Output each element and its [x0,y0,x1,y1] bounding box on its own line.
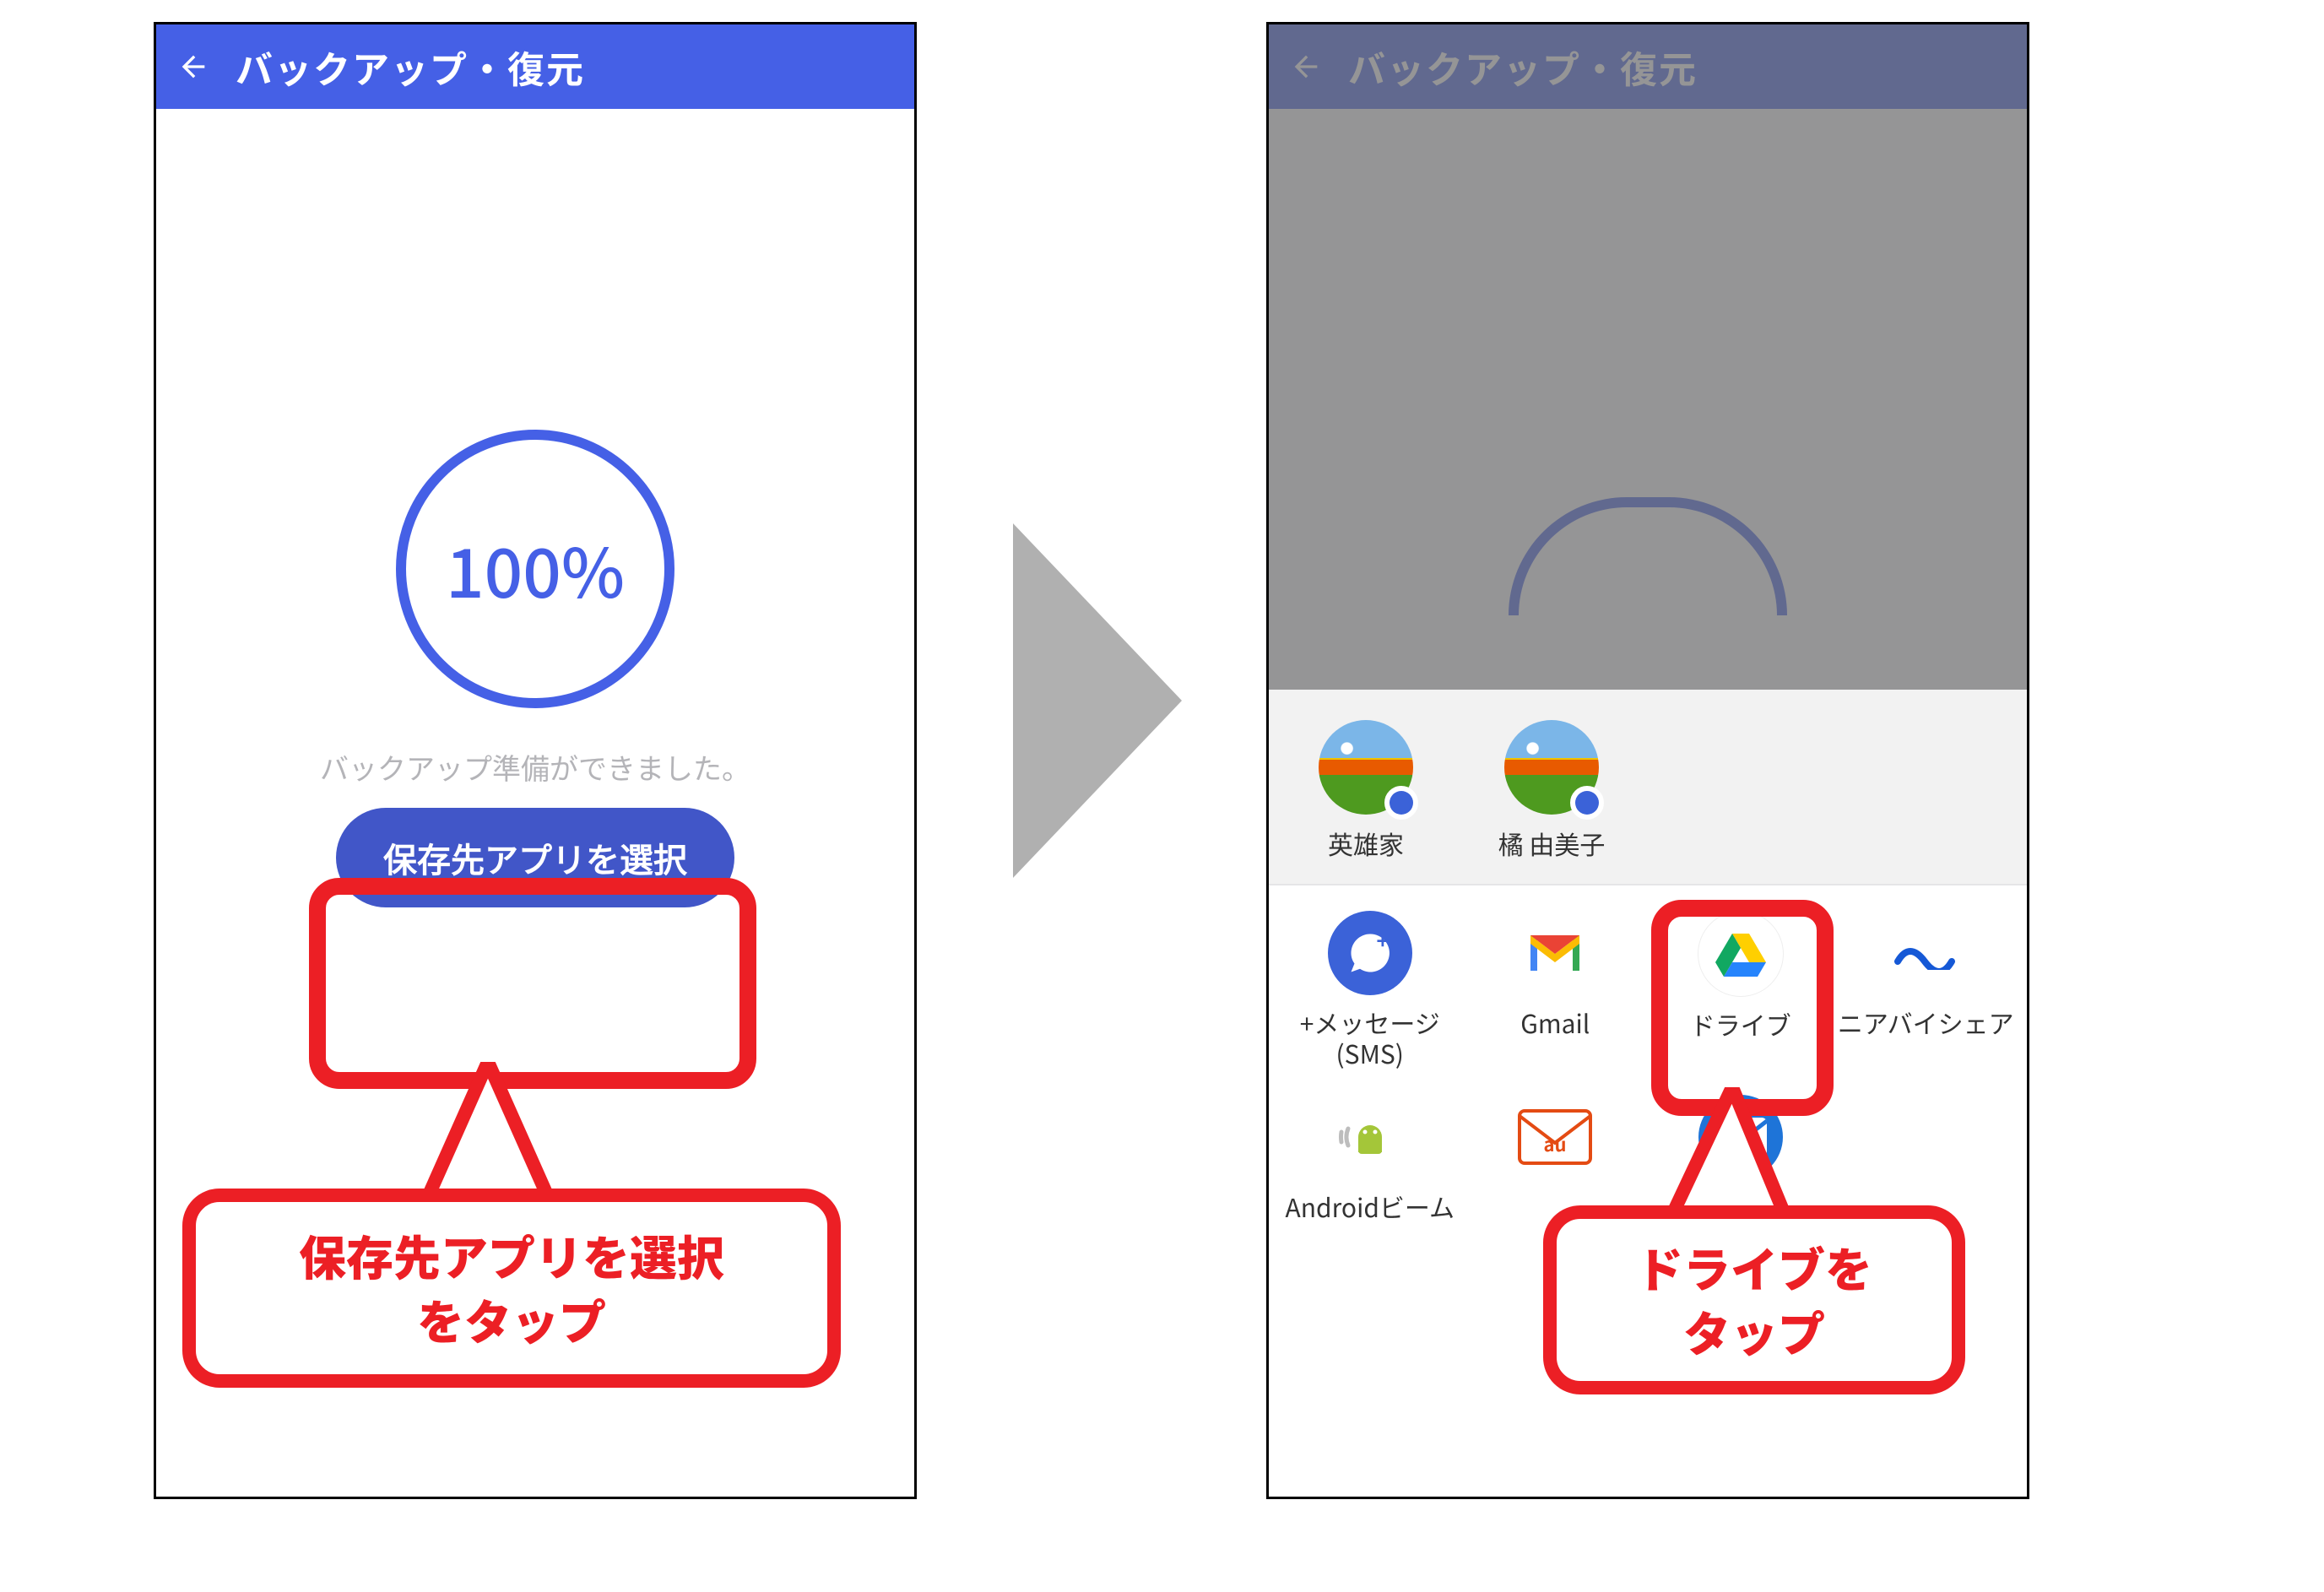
select-destination-button[interactable]: 保存先アプリを選択 [336,808,734,907]
callout-left-text: 保存先アプリを選択 をタップ [299,1224,724,1351]
share-app-nearby[interactable]: ニアバイシェア [1834,904,2019,1075]
share-app-drive[interactable]: ドライブ [1648,904,1834,1075]
android-beam-icon [1328,1095,1412,1179]
app-label: ドライブ [1690,1009,1791,1039]
share-contacts-row: 英雄家 橘 由美子 [1269,690,2027,885]
callout-left: 保存先アプリを選択 をタップ [182,1189,841,1388]
badge-icon [1570,786,1604,820]
back-icon[interactable] [168,41,219,92]
arrow-icon [1013,523,1182,878]
callout-right: ドライブを タップ [1543,1205,1965,1394]
app-label: ニアバイシェア [1838,1007,2014,1037]
progress-value: 100% [446,520,625,618]
svg-text:+: + [1376,928,1389,956]
callout-right-text: ドライブを タップ [1636,1236,1872,1363]
badge-icon [1384,786,1418,820]
au-mail-icon: au [1513,1095,1597,1179]
share-contact[interactable]: 橘 由美子 [1488,720,1615,862]
app-label: Gmail [1520,1007,1590,1037]
contact-name: 英雄家 [1328,825,1404,862]
app-label: +メッセージ(SMS) [1277,1007,1463,1068]
avatar-icon [1504,720,1599,815]
drive-icon [1698,911,1784,997]
gmail-icon [1513,911,1597,995]
share-contact[interactable]: 英雄家 [1303,720,1429,862]
backup-ready-text: バックアップ準備ができました。 [156,747,914,788]
share-app-gmail[interactable]: Gmail [1463,904,1649,1075]
contact-name: 橘 由美子 [1498,825,1606,862]
plus-message-icon: + [1328,911,1412,995]
svg-text:au: au [1544,1130,1567,1157]
share-apps-grid: + +メッセージ(SMS) Gmail ドライブ [1269,885,2027,1228]
page-title: バックアップ・復元 [236,40,585,94]
progress-ring: 100% [396,430,674,708]
app-bar: バックアップ・復元 [156,24,914,109]
share-app-plus-message[interactable]: + +メッセージ(SMS) [1277,904,1463,1075]
share-app-android-beam[interactable]: Androidビーム [1277,1088,1463,1228]
nearby-share-icon [1883,911,1968,995]
avatar-icon [1319,720,1413,815]
app-label: Androidビーム [1285,1191,1455,1221]
